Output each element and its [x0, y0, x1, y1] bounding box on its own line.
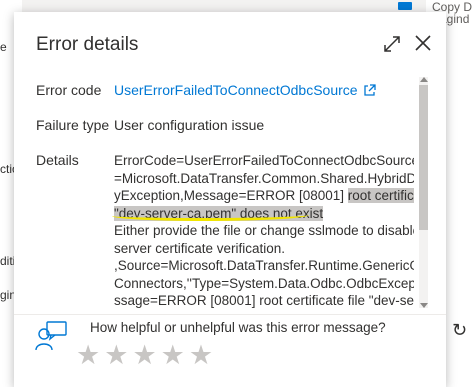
star-icon[interactable]: ★ — [132, 342, 156, 369]
star-icon[interactable]: ★ — [104, 342, 128, 369]
dialog-title: Error details — [36, 34, 139, 55]
error-code-row: UserErrorFailedToConnectOdbcSource — [114, 82, 376, 98]
star-icon[interactable]: ★ — [76, 342, 100, 369]
details-line: ErrorCode=UserErrorFailedToConnectOdbcSo… — [114, 153, 414, 168]
details-label: Details — [36, 152, 79, 168]
external-link-icon[interactable] — [363, 84, 376, 97]
highlighted-text: root certificate file — [347, 188, 414, 203]
error-details-dialog: Error details Error code UserErrorFailed… — [14, 12, 446, 387]
details-line: ssage=ERROR [08001] root certificate fil… — [114, 293, 414, 308]
details-line: Connectors,''Type=System.Data.Odbc.OdbcE… — [114, 275, 414, 291]
feedback-person-icon — [35, 321, 67, 351]
failure-type-value: User configuration issue — [114, 117, 265, 133]
details-line: server certificate verification. — [114, 240, 286, 256]
details-scrollbar[interactable] — [419, 77, 428, 308]
scroll-up-icon[interactable] — [420, 77, 428, 82]
refresh-icon[interactable]: ↻ — [452, 320, 467, 341]
star-icon[interactable]: ★ — [189, 342, 213, 369]
divider — [14, 314, 446, 315]
close-icon[interactable] — [414, 34, 432, 52]
details-line: ,Source=Microsoft.DataTransfer.Runtime.G… — [114, 258, 414, 273]
failure-type-label: Failure type — [36, 117, 110, 133]
details-line: Either provide the file or change sslmod… — [114, 223, 414, 238]
error-code-link[interactable]: UserErrorFailedToConnectOdbcSource — [114, 82, 358, 98]
scrollbar-thumb[interactable] — [419, 85, 428, 230]
rating-stars[interactable]: ★ ★ ★ ★ ★ — [76, 342, 213, 369]
feedback-question: How helpful or unhelpful was this error … — [90, 320, 386, 335]
expand-icon[interactable] — [382, 34, 402, 54]
details-text[interactable]: ErrorCode=UserErrorFailedToConnectOdbcSo… — [114, 152, 414, 310]
document-icon — [398, 2, 412, 10]
error-code-label: Error code — [36, 82, 102, 98]
details-line: =Microsoft.DataTransfer.Common.Shared.Hy… — [114, 170, 414, 186]
details-line: yException,Message=ERROR [08001] root ce… — [114, 187, 414, 205]
details-line-part: yException,Message=ERROR [08001] — [114, 188, 348, 203]
background-fragment: e — [0, 40, 7, 54]
star-icon[interactable]: ★ — [161, 342, 185, 369]
scroll-down-icon[interactable] — [420, 303, 428, 308]
